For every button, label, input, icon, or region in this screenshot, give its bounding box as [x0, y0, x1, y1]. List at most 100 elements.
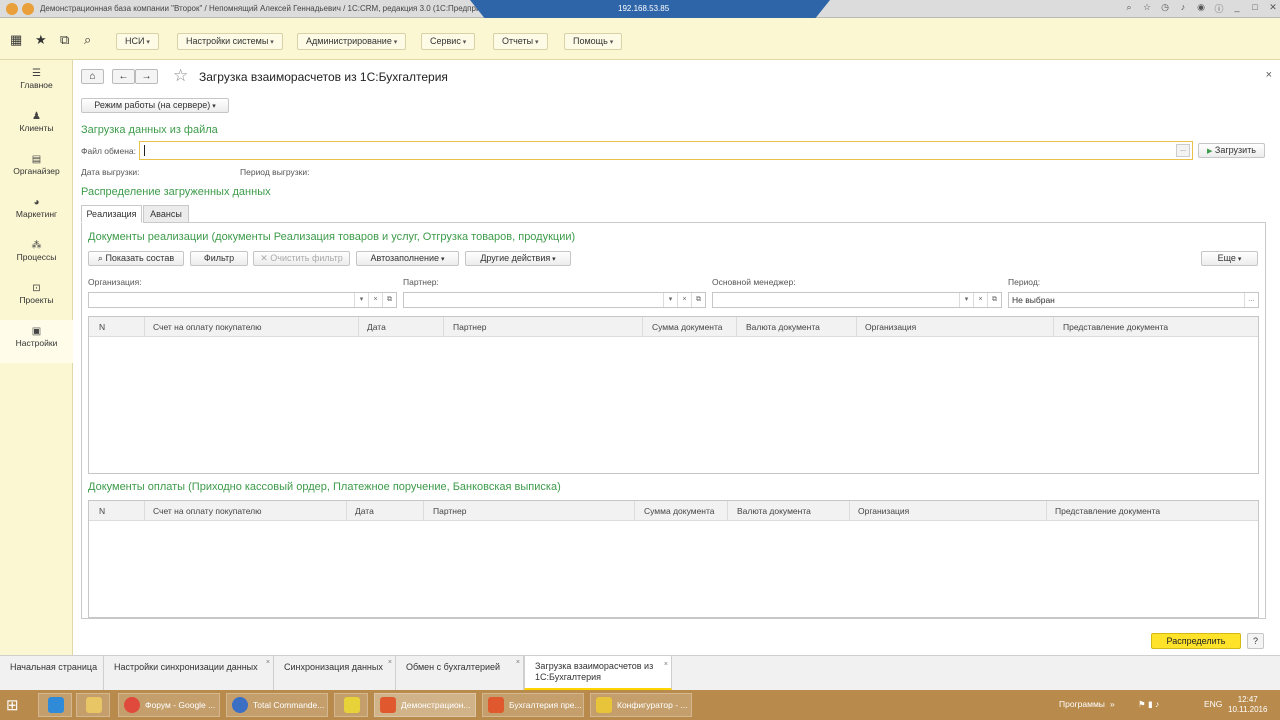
- column-header[interactable]: N: [99, 322, 105, 332]
- tray-language[interactable]: ENG: [1204, 699, 1222, 709]
- column-header[interactable]: Организация: [865, 322, 916, 332]
- menu-service[interactable]: Сервис: [421, 33, 476, 50]
- column-header[interactable]: N: [99, 506, 105, 516]
- history-icon[interactable]: ◷: [1158, 2, 1172, 15]
- other-actions-button[interactable]: Другие действия: [465, 251, 571, 266]
- window-tab-sync[interactable]: Синхронизация данных ×: [274, 656, 396, 690]
- menu-administration[interactable]: Администрирование: [297, 33, 407, 50]
- favorite-star-icon[interactable]: ☆: [173, 66, 188, 86]
- maximize-icon[interactable]: □: [1248, 2, 1262, 15]
- column-header[interactable]: Дата: [355, 506, 374, 516]
- taskbar-total-commander[interactable]: Total Commande...: [226, 693, 328, 717]
- info-icon[interactable]: ⓘ: [1212, 2, 1226, 15]
- menu-help[interactable]: Помощь: [564, 33, 623, 50]
- forward-button[interactable]: →: [135, 69, 158, 84]
- show-composition-button[interactable]: ⌕ Показать состав: [88, 251, 184, 266]
- taskbar-1c-accounting[interactable]: Бухгалтерия пре...: [482, 693, 584, 717]
- sales-docs-table[interactable]: N Счет на оплату покупателю Дата Партнер…: [88, 316, 1259, 474]
- star-icon[interactable]: ☆: [1140, 2, 1154, 15]
- close-form-icon[interactable]: ×: [1266, 69, 1272, 81]
- tab-advances[interactable]: Авансы: [143, 205, 189, 223]
- window-tab-load-settlements[interactable]: Загрузка взаиморасчетов из 1С:Бухгалтери…: [524, 656, 672, 690]
- column-header[interactable]: Партнер: [453, 322, 486, 332]
- distribute-button[interactable]: Распределить: [1151, 633, 1241, 649]
- choose-period-icon[interactable]: …: [1244, 293, 1258, 307]
- window-tab-home[interactable]: Начальная страница: [0, 656, 104, 690]
- window-tab-sync-settings[interactable]: Настройки синхронизации данных ×: [104, 656, 274, 690]
- tray-clock[interactable]: 12:47 10.11.2016: [1228, 695, 1267, 715]
- close-tab-icon[interactable]: ×: [266, 659, 270, 666]
- sections-grid-icon[interactable]: ▦: [10, 32, 22, 48]
- close-tab-icon[interactable]: ×: [516, 659, 520, 666]
- open-icon[interactable]: ⧉: [382, 293, 396, 307]
- column-header[interactable]: Валюта документа: [737, 506, 811, 516]
- clear-icon[interactable]: ×: [368, 293, 382, 307]
- sidebar-item-main[interactable]: ☰ Главное: [0, 62, 73, 102]
- app-menu-icon[interactable]: [22, 3, 34, 15]
- autofill-button[interactable]: Автозаполнение: [356, 251, 459, 266]
- column-header[interactable]: Сумма документа: [644, 506, 715, 516]
- column-header[interactable]: Организация: [858, 506, 909, 516]
- close-tab-icon[interactable]: ×: [664, 659, 668, 670]
- taskbar-ie[interactable]: [38, 693, 72, 717]
- favorites-star-icon[interactable]: ★: [35, 32, 47, 48]
- filter-button[interactable]: Фильтр: [190, 251, 248, 266]
- taskbar-configurator[interactable]: Конфигуратор - ...: [590, 693, 692, 717]
- taskbar-1c-demo[interactable]: Демонстрацион...: [374, 693, 476, 717]
- load-button[interactable]: ▶ Загрузить: [1198, 143, 1265, 158]
- close-icon[interactable]: ✕: [1266, 2, 1280, 15]
- column-header[interactable]: Партнер: [433, 506, 466, 516]
- bell-icon[interactable]: ♪: [1176, 2, 1190, 15]
- taskbar-explorer[interactable]: [76, 693, 110, 717]
- column-header[interactable]: Представление документа: [1055, 506, 1160, 516]
- sidebar-item-clients[interactable]: ♟ Клиенты: [0, 105, 73, 145]
- manager-filter-field[interactable]: ▾ × ⧉: [712, 292, 1002, 308]
- windows-start-icon[interactable]: ⊞: [6, 696, 19, 714]
- home-button[interactable]: ⌂: [81, 69, 104, 84]
- menu-reports[interactable]: Отчеты: [493, 33, 548, 50]
- partner-filter-field[interactable]: ▾ × ⧉: [403, 292, 706, 308]
- column-header[interactable]: Сумма документа: [652, 322, 723, 332]
- mode-button[interactable]: Режим работы (на сервере): [81, 98, 229, 113]
- minimize-icon[interactable]: _: [1230, 2, 1244, 15]
- dropdown-arrow-icon[interactable]: ▾: [354, 293, 368, 307]
- tab-sales[interactable]: Реализация: [81, 205, 142, 223]
- clear-icon[interactable]: ×: [973, 293, 987, 307]
- exchange-file-input[interactable]: ...: [139, 141, 1193, 160]
- taskbar-app[interactable]: [334, 693, 368, 717]
- tray-icons[interactable]: ⚑ ▮ ♪: [1138, 699, 1159, 710]
- clear-icon[interactable]: ×: [677, 293, 691, 307]
- open-icon[interactable]: ⧉: [987, 293, 1001, 307]
- column-header[interactable]: Валюта документа: [746, 322, 820, 332]
- search-icon[interactable]: ⌕: [84, 32, 91, 48]
- sidebar-item-organizer[interactable]: ▤ Органайзер: [0, 148, 73, 188]
- help-button[interactable]: ?: [1247, 633, 1264, 649]
- close-tab-icon[interactable]: ×: [388, 659, 392, 666]
- tray-programs[interactable]: Программы: [1059, 699, 1105, 709]
- sidebar-item-settings[interactable]: ▣ Настройки: [0, 320, 73, 363]
- sidebar-item-marketing[interactable]: ◕ Маркетинг: [0, 191, 73, 231]
- window-tab-accounting-exchange[interactable]: Обмен с бухгалтерией ×: [396, 656, 524, 690]
- history-icon[interactable]: ⧉: [60, 32, 69, 48]
- column-header[interactable]: Счет на оплату покупателю: [153, 322, 262, 332]
- tray-expand-icon[interactable]: »: [1110, 699, 1115, 709]
- menu-system-settings[interactable]: Настройки системы: [177, 33, 283, 50]
- menu-nsi[interactable]: НСИ: [116, 33, 159, 50]
- dropdown-arrow-icon[interactable]: ▾: [663, 293, 677, 307]
- choose-file-button[interactable]: ...: [1176, 144, 1190, 157]
- dropdown-arrow-icon[interactable]: ▾: [959, 293, 973, 307]
- org-filter-field[interactable]: ▾ × ⧉: [88, 292, 397, 308]
- open-icon[interactable]: ⧉: [691, 293, 705, 307]
- sidebar-item-projects[interactable]: ⊡ Проекты: [0, 277, 73, 317]
- user-icon[interactable]: ◉: [1194, 2, 1208, 15]
- more-button[interactable]: Еще: [1201, 251, 1258, 266]
- taskbar-chrome[interactable]: Форум - Google ...: [118, 693, 220, 717]
- period-filter-field[interactable]: Не выбран …: [1008, 292, 1259, 308]
- sidebar-item-processes[interactable]: ⁂ Процессы: [0, 234, 73, 274]
- column-header[interactable]: Счет на оплату покупателю: [153, 506, 262, 516]
- column-header[interactable]: Дата: [367, 322, 386, 332]
- back-button[interactable]: ←: [112, 69, 135, 84]
- clear-filter-button[interactable]: ✕ Очистить фильтр: [253, 251, 350, 266]
- search-icon[interactable]: ⌕: [1122, 2, 1136, 15]
- column-header[interactable]: Представление документа: [1063, 322, 1168, 332]
